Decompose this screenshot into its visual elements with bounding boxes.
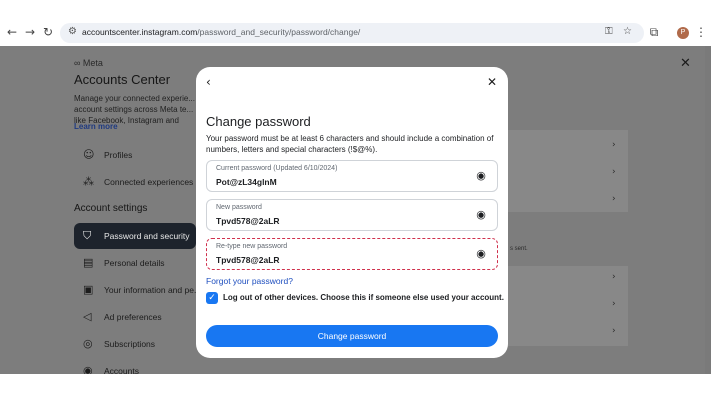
logout-checkbox-label[interactable]: Log out of other devices. Choose this if… [223,293,504,302]
eye-icon[interactable]: ◉ [474,248,488,260]
shield-icon: ⛉ [83,229,92,242]
browser-toolbar: ← → ↻ ⚙ accountscenter.instagram.com/pas… [0,22,711,44]
retype-password-field[interactable]: Re-type new password Tpvd578@2aLR ◉ [206,238,498,270]
dialog-description: Your password must be at least 6 charact… [206,134,494,154]
site-info-icon[interactable]: ⚙ [68,26,77,37]
url-text: accountscenter.instagram.com/password_an… [82,27,360,37]
change-password-button[interactable]: Change password [206,325,498,347]
menu-kebab-icon[interactable]: ⋮ [693,24,709,40]
new-password-field[interactable]: New password Tpvd578@2aLR ◉ [206,199,498,231]
back-icon[interactable]: ← [4,24,20,40]
current-password-field[interactable]: Current password (Updated 6/10/2024) Pot… [206,160,498,192]
sidebar-item-label: Ad preferences [104,312,162,322]
extensions-icon[interactable]: ⧉ [646,24,662,40]
address-bar[interactable]: ⚙ accountscenter.instagram.com/password_… [60,23,644,43]
sidebar-item-personal-details[interactable]: ▤ Personal details [74,250,196,276]
chevron-right-icon: › [612,167,616,177]
chevron-right-icon: › [612,299,616,309]
field-value[interactable]: Tpvd578@2aLR [216,216,280,226]
connected-icon: ⁂ [83,175,94,188]
sidebar-item-password-security[interactable]: ⛉ Password and security [74,223,196,249]
chevron-right-icon: › [612,194,616,204]
back-arrow-icon[interactable]: ‹ [206,75,211,89]
person-icon: ☺ [83,148,95,161]
account-icon: ◉ [83,364,93,374]
sidebar-item-ad-preferences[interactable]: ◁ Ad preferences [74,304,196,330]
chevron-right-icon: › [612,326,616,336]
dialog-title: Change password [206,114,311,129]
sidebar-item-your-information[interactable]: ▣ Your information and pe... [74,277,201,303]
field-label: New password [216,204,262,211]
field-value[interactable]: Pot@zL34glnM [216,177,277,187]
background-panel [508,266,628,346]
field-label: Current password (Updated 6/10/2024) [216,165,338,172]
background-panel [508,130,628,212]
reload-icon[interactable]: ↻ [40,24,56,40]
sidebar-item-connected-experiences[interactable]: ⁂ Connected experiences [74,169,196,195]
sidebar-item-label: Accounts [104,366,139,374]
url-domain: accountscenter.instagram.com [82,27,198,37]
sidebar-item-accounts[interactable]: ◉ Accounts [74,358,196,374]
chevron-right-icon: › [612,272,616,282]
bookmark-star-icon[interactable]: ☆ [623,26,632,37]
page-close-icon[interactable]: ✕ [680,56,691,71]
sidebar-item-profiles[interactable]: ☺ Profiles [74,142,196,168]
scrollbar[interactable] [705,46,711,374]
background-partial-text: s sent. [510,246,528,252]
sidebar-item-label: Your information and pe... [104,285,202,295]
forward-icon[interactable]: → [22,24,38,40]
change-password-dialog: ‹ ✕ Change password Your password must b… [196,67,508,358]
brand-text: Meta [82,58,103,68]
subscriptions-icon: ◎ [83,337,93,350]
field-value[interactable]: Tpvd578@2aLR [216,255,280,265]
id-card-icon: ▤ [83,256,94,269]
close-icon[interactable]: ✕ [487,75,497,89]
megaphone-icon: ◁ [83,310,92,323]
eye-icon[interactable]: ◉ [474,209,488,221]
sidebar-item-label: Password and security [104,231,190,241]
forgot-password-link[interactable]: Forgot your password? [206,276,293,286]
page-title: Accounts Center [74,72,171,87]
sidebar-item-label: Subscriptions [104,339,156,349]
password-key-icon[interactable]: ⚿ [605,26,613,37]
sidebar-item-label: Personal details [104,258,165,268]
sidebar-item-subscriptions[interactable]: ◎ Subscriptions [74,331,196,357]
bottom-strip [0,374,711,400]
chevron-right-icon: › [612,140,616,150]
screen: ← → ↻ ⚙ accountscenter.instagram.com/pas… [0,0,711,400]
profile-avatar[interactable]: P [677,27,689,39]
meta-logo: ∞ Meta [74,58,103,68]
eye-icon[interactable]: ◉ [474,170,488,182]
field-label: Re-type new password [216,243,288,250]
logout-checkbox[interactable]: ✓ [206,292,218,304]
url-path: /password_and_security/password/change/ [197,27,361,37]
info-icon: ▣ [83,283,94,296]
section-heading: Account settings [74,203,148,214]
learn-more-link[interactable]: Learn more [74,122,118,131]
sidebar-item-label: Profiles [104,150,133,160]
sidebar-item-label: Connected experiences [104,177,194,187]
